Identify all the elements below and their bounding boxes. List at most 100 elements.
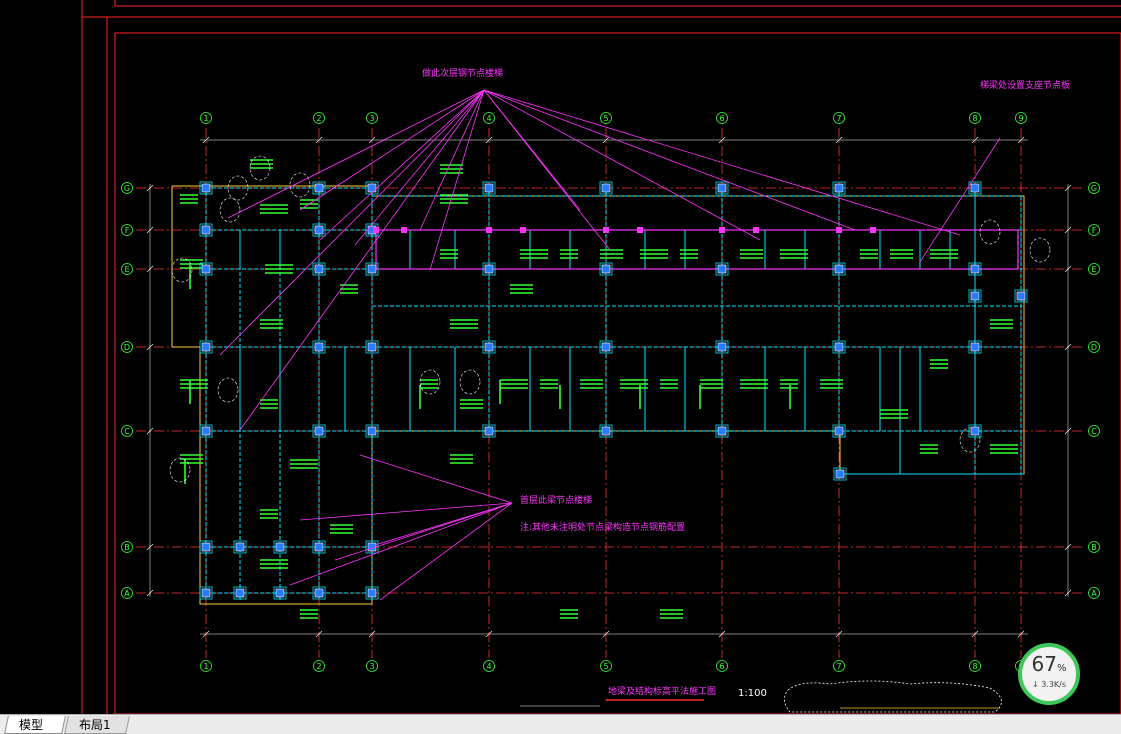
axis-bubble-label: 4 [486, 662, 491, 671]
stair-node [401, 227, 407, 233]
stair-node [753, 227, 759, 233]
annotation-middle: 首层此梁节点楼梯 [520, 494, 592, 506]
axis-bubble-label: 6 [719, 662, 724, 671]
title-frame [114, 32, 1121, 714]
column [484, 426, 494, 436]
dimension-lines [146, 136, 1072, 638]
column [201, 342, 211, 352]
stair-node [836, 227, 842, 233]
column [484, 183, 494, 193]
tab-model[interactable]: 模型 [4, 716, 66, 734]
column [601, 183, 611, 193]
tab-layout1-label: 布局1 [79, 718, 111, 732]
column [970, 342, 980, 352]
network-percent: 67% [1022, 653, 1076, 680]
column [201, 225, 211, 235]
tab-layout1[interactable]: 布局1 [64, 716, 130, 734]
column [367, 342, 377, 352]
revision-cloud-small [419, 369, 441, 395]
column [970, 291, 980, 301]
annotation-note: 注:其他未注明处节点梁构造节点钢筋配置 [520, 521, 685, 533]
stair-node [719, 227, 725, 233]
axis-bubble-label: 7 [836, 662, 841, 671]
leader-line [239, 89, 485, 431]
axis-bubble-label: 8 [972, 114, 977, 123]
axis-bubble-label: A [1091, 589, 1097, 598]
column [314, 183, 324, 193]
axis-bubble-label: E [1091, 265, 1096, 274]
column [834, 426, 844, 436]
column-layout [199, 181, 1028, 600]
drawing-viewport[interactable]: 112233445566778899AABBCCDDEEFFGG 地梁及结构标高… [0, 0, 1121, 714]
column [834, 183, 844, 193]
axis-bubble-label: A [124, 589, 130, 598]
building-outline [171, 185, 1025, 605]
axis-bubble-label: 1 [203, 662, 208, 671]
beam-layout [205, 186, 1024, 600]
axis-bubble-label: D [124, 343, 130, 352]
column [970, 183, 980, 193]
axis-bubble-label: 7 [836, 114, 841, 123]
outline-polyline [171, 185, 1025, 605]
revision-cloud-small [459, 369, 481, 395]
column [717, 426, 727, 436]
revision-cloud-small [1029, 237, 1051, 263]
column [367, 264, 377, 274]
axis-bubble-label: B [124, 543, 130, 552]
drawing-scale: 1:100 [738, 688, 767, 699]
column [601, 264, 611, 274]
revision-cloud-small [217, 377, 239, 403]
axis-bubble-label: G [124, 184, 130, 193]
column [314, 426, 324, 436]
axis-bubble-label: 1 [203, 114, 208, 123]
beam-labels [169, 155, 1051, 619]
column [717, 264, 727, 274]
annotation-top-right: 梯梁处设置支座节点板 [980, 79, 1070, 91]
axis-bubble-label: 4 [486, 114, 491, 123]
stair-node [637, 227, 643, 233]
column [235, 542, 245, 552]
stair-node [870, 227, 876, 233]
annotation-top-center: 做此次层钢节点楼梯 [422, 67, 503, 79]
axis-grid [136, 128, 1082, 658]
revision-cloud-small [171, 257, 193, 283]
revision-cloud-small [169, 457, 191, 483]
axis-bubble-label: 8 [972, 662, 977, 671]
tab-model-label: 模型 [19, 718, 44, 732]
layout-tab-bar: 布局1 模型 [0, 714, 1121, 734]
column [314, 542, 324, 552]
axis-bubble-label: D [1091, 343, 1097, 352]
axis-bubble-label: F [1092, 226, 1097, 235]
axis-bubble-label: C [124, 427, 130, 436]
column [367, 183, 377, 193]
axis-bubble-label: G [1091, 184, 1097, 193]
column [835, 469, 845, 479]
column [970, 264, 980, 274]
axis-bubble-label: 9 [1018, 114, 1023, 123]
network-speed: ↓ 3.3K/s [1031, 680, 1067, 689]
axis-bubble-label: 2 [316, 662, 321, 671]
column [275, 542, 285, 552]
network-speed-widget[interactable]: 67% ↓ 3.3K/s [1018, 643, 1080, 705]
axis-bubble-label: 3 [369, 662, 374, 671]
revision-cloud-small [289, 172, 311, 198]
axis-bubble-label: 2 [316, 114, 321, 123]
network-percent-unit: % [1056, 663, 1067, 674]
axis-bubble-label: 6 [719, 114, 724, 123]
column [367, 588, 377, 598]
leader-line [379, 502, 513, 601]
column [367, 426, 377, 436]
axis-bubble-label: B [1091, 543, 1097, 552]
leader-line [483, 89, 761, 241]
column [201, 542, 211, 552]
axis-bubble-label: F [125, 226, 130, 235]
column [601, 342, 611, 352]
axis-bubble-label: 5 [603, 114, 608, 123]
stair-node [603, 227, 609, 233]
floor-plan-drawing[interactable]: 112233445566778899AABBCCDDEEFFGG 地梁及结构标高… [0, 0, 1121, 714]
leader-line [299, 502, 513, 521]
column [484, 342, 494, 352]
column [314, 264, 324, 274]
column [201, 183, 211, 193]
leader-line [919, 137, 1001, 263]
